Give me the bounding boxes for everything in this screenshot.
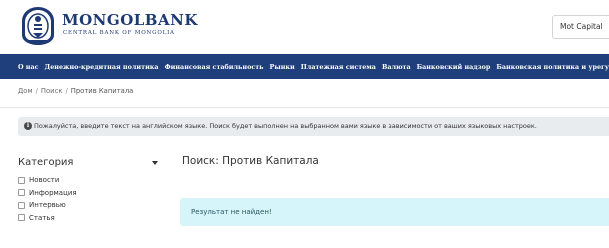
no-results-alert: Результат не найден! bbox=[180, 198, 609, 226]
nav-item-about[interactable]: О нас bbox=[18, 63, 39, 71]
main-navigation: О нас Денежно-кредитная политика Финансо… bbox=[0, 54, 609, 79]
site-header: MONGOLBANK CENTRAL BANK OF MONGOLIA Mot … bbox=[0, 0, 609, 52]
notice-text: Пожалуйста, введите текст на английском … bbox=[34, 122, 537, 130]
checkbox[interactable] bbox=[18, 189, 25, 197]
category-item-information[interactable]: Информация bbox=[18, 187, 77, 200]
breadcrumb-search[interactable]: Поиск bbox=[41, 87, 63, 95]
nav-item-financial-stability[interactable]: Финансовая стабильность bbox=[165, 63, 264, 71]
mongolbank-emblem-icon[interactable] bbox=[17, 5, 59, 47]
logo-subtitle: CENTRAL BANK OF MONGOLIA bbox=[63, 30, 175, 36]
checkbox[interactable] bbox=[18, 176, 25, 184]
category-label: Интервью bbox=[29, 201, 66, 210]
language-button[interactable]: Mot Capital bbox=[552, 15, 609, 39]
logo-title[interactable]: MONGOLBANK bbox=[62, 11, 198, 29]
category-label: Статья bbox=[29, 213, 55, 222]
header-divider bbox=[0, 107, 609, 108]
breadcrumb-current: Против Капитала bbox=[70, 87, 134, 95]
category-item-article[interactable]: Статья bbox=[18, 212, 77, 225]
language-notice: i Пожалуйста, введите текст на английском… bbox=[18, 117, 609, 136]
checkbox[interactable] bbox=[18, 214, 25, 222]
checkbox[interactable] bbox=[18, 201, 25, 209]
breadcrumb: Дом / Поиск / Против Капитала bbox=[18, 87, 133, 95]
category-item-news[interactable]: Новости bbox=[18, 174, 77, 187]
breadcrumb-separator: / bbox=[65, 87, 68, 95]
results-title: Поиск: Против Капитала bbox=[182, 155, 319, 167]
nav-item-payment-system[interactable]: Платежная система bbox=[301, 63, 376, 71]
caret-down-icon[interactable] bbox=[150, 158, 160, 168]
nav-item-banking-policy[interactable]: Банковская политика и урегулирование bbox=[496, 63, 609, 71]
nav-item-monetary-policy[interactable]: Денежно-кредитная политика bbox=[45, 63, 159, 71]
category-list: Новости Информация Интервью Статья bbox=[18, 174, 77, 224]
nav-item-markets[interactable]: Рынки bbox=[270, 63, 295, 71]
category-title: Категория bbox=[18, 157, 74, 168]
category-item-interview[interactable]: Интервью bbox=[18, 199, 77, 212]
category-label: Новости bbox=[29, 176, 60, 185]
nav-item-banking-supervision[interactable]: Банковский надзор bbox=[417, 63, 491, 71]
breadcrumb-separator: / bbox=[35, 87, 38, 95]
category-label: Информация bbox=[29, 188, 77, 197]
nav-item-currency[interactable]: Валюта bbox=[382, 63, 411, 71]
info-icon: i bbox=[24, 122, 32, 130]
breadcrumb-home[interactable]: Дом bbox=[18, 87, 33, 95]
